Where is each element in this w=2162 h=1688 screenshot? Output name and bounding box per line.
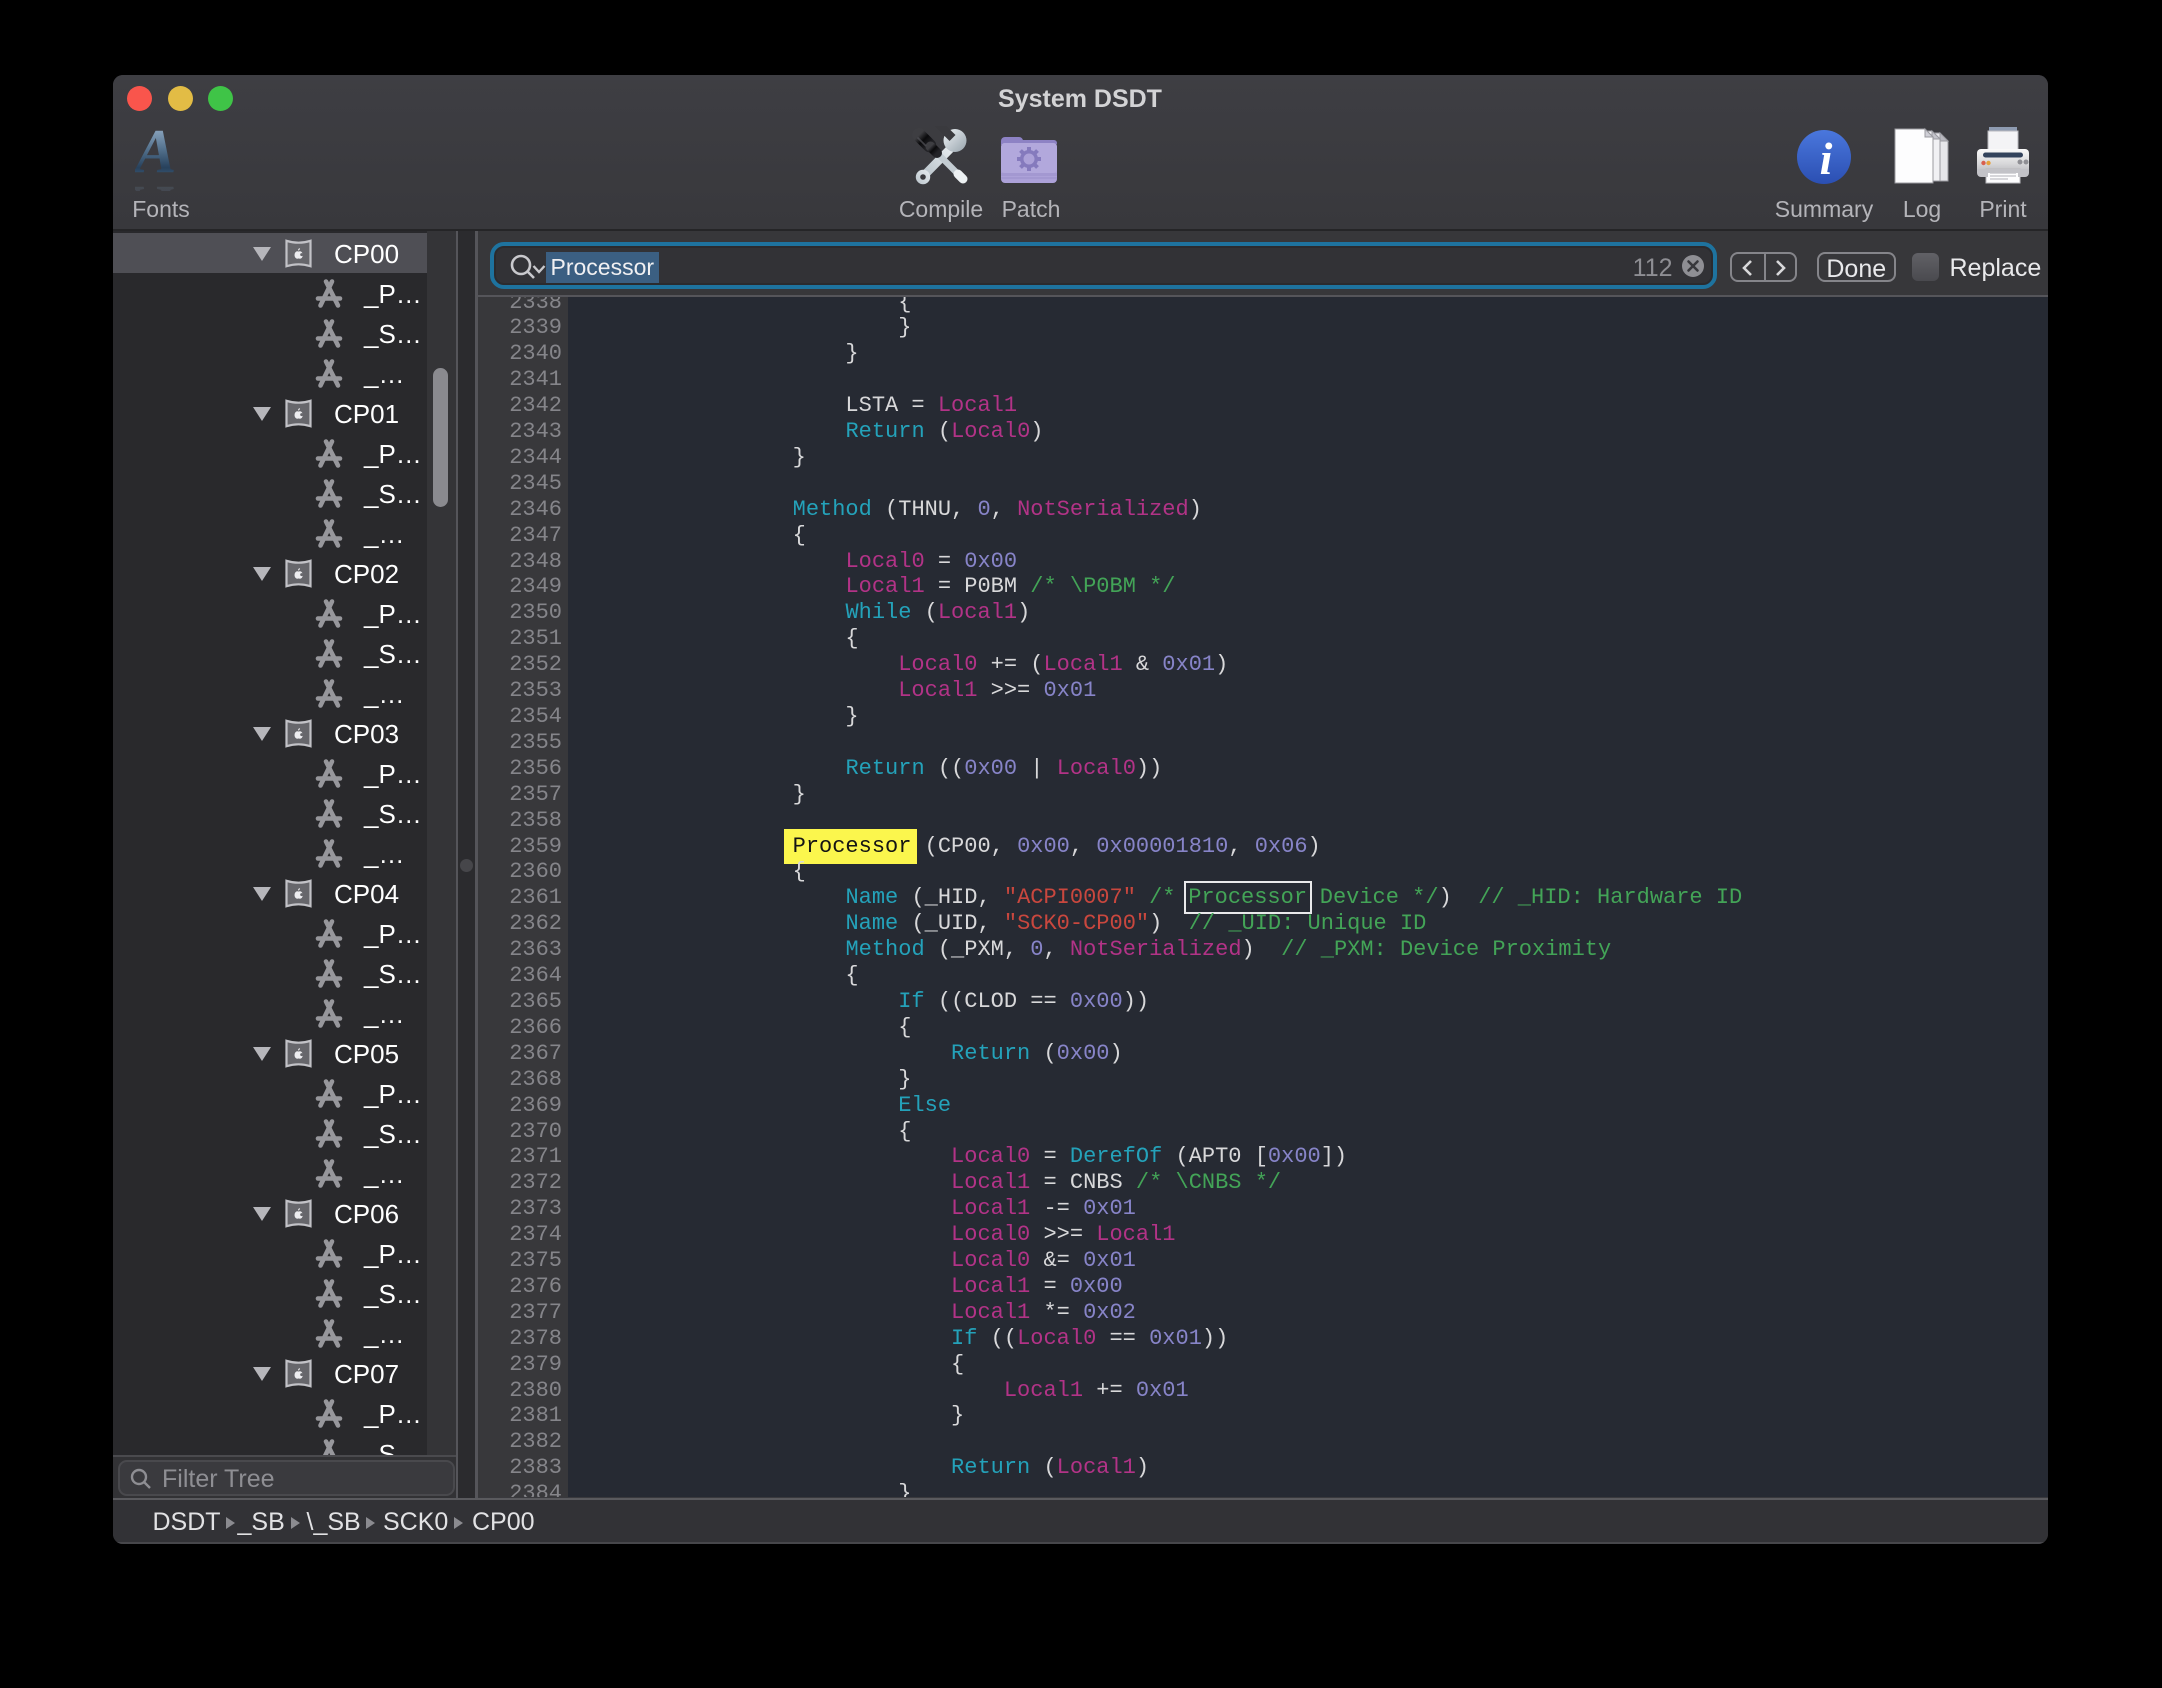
svg-text:i: i — [1820, 133, 1833, 184]
